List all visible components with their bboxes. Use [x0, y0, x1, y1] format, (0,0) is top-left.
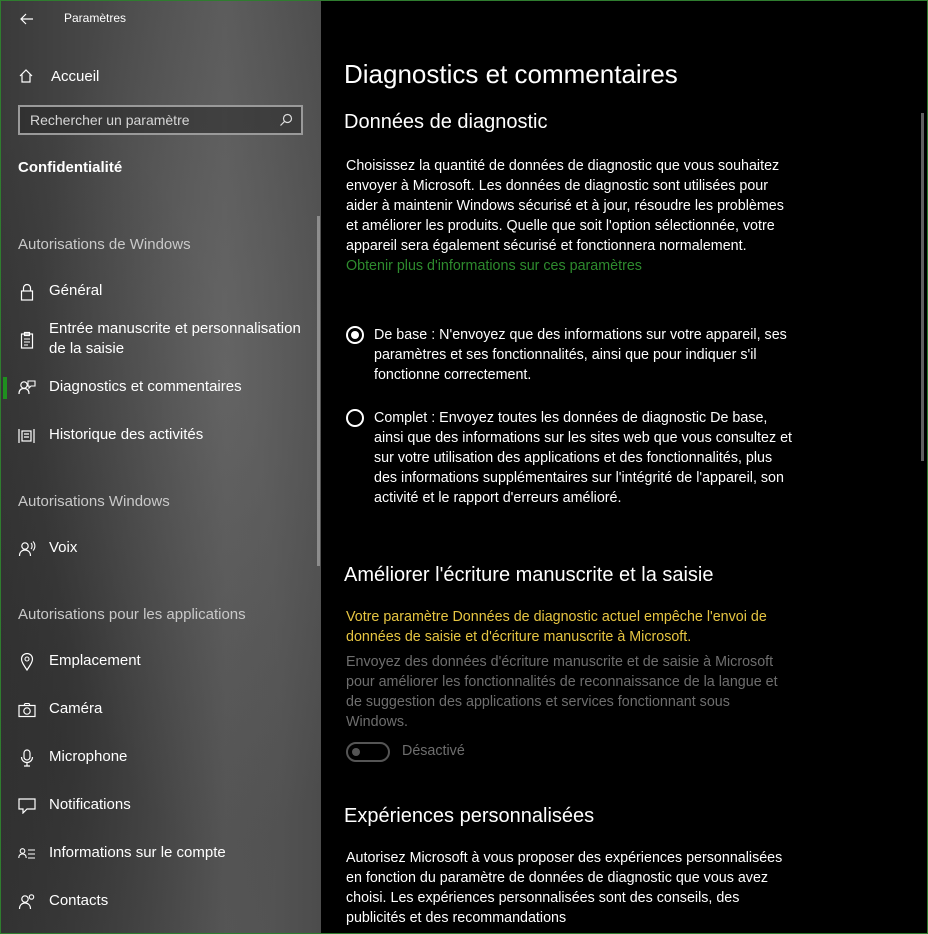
- sidebar-item-label: Contacts: [49, 892, 109, 909]
- sidebar-item-label: Entrée manuscrite et personnalisation de…: [49, 320, 301, 357]
- main-content: Diagnostics et commentaires Données de d…: [322, 1, 927, 933]
- settings-window: Paramètres Accueil Rechercher un paramèt…: [0, 0, 928, 934]
- sidebar-item-label: Historique des activités: [49, 426, 204, 443]
- lock-icon: [18, 283, 36, 301]
- radio-button-full[interactable]: [346, 409, 364, 427]
- diagnostic-data-description: Choisissez la quantité de données de dia…: [346, 156, 791, 276]
- sidebar-item-activity-history[interactable]: Historique des activités: [18, 425, 321, 445]
- timeline-icon: [18, 427, 36, 445]
- voice-icon: [18, 540, 36, 558]
- toggle-knob: [352, 748, 360, 756]
- inking-description: Envoyez des données d'écriture manuscrit…: [346, 654, 778, 730]
- sidebar-item-label: Microphone: [49, 748, 128, 765]
- notification-icon: [18, 797, 36, 815]
- sidebar-item-inking-typing[interactable]: Entrée manuscrite et personnalisation de…: [18, 319, 321, 359]
- sidebar-item-camera[interactable]: Caméra: [18, 699, 321, 719]
- radio-full-label: Complet : Envoyez toutes les données de …: [374, 410, 793, 506]
- back-button[interactable]: [15, 7, 39, 31]
- sidebar-item-microphone[interactable]: Microphone: [18, 747, 321, 767]
- sidebar-item-voice[interactable]: Voix: [18, 538, 321, 558]
- sidebar-item-general[interactable]: Général: [18, 281, 321, 301]
- inking-warning: Votre paramètre Données de diagnostic ac…: [346, 609, 767, 645]
- account-info-icon: [18, 845, 36, 863]
- clipboard-icon: [18, 331, 36, 349]
- tailored-description: Autorisez Microsoft à vous proposer des …: [346, 850, 783, 926]
- radio-option-basic[interactable]: De base : N'envoyez que des informations…: [346, 325, 796, 385]
- learn-more-link[interactable]: Obtenir plus d'informations sur ces para…: [346, 258, 642, 274]
- sidebar-item-label: Caméra: [49, 700, 103, 717]
- search-placeholder: Rechercher un paramètre: [30, 112, 190, 128]
- diagnostic-data-heading: Données de diagnostic: [344, 111, 548, 133]
- active-indicator: [3, 377, 7, 399]
- camera-icon: [18, 701, 36, 719]
- sidebar-item-notifications[interactable]: Notifications: [18, 795, 321, 815]
- location-icon: [18, 653, 36, 671]
- sidebar-item-contacts[interactable]: Contacts: [18, 891, 321, 911]
- search-icon: [280, 113, 293, 126]
- app-title: Paramètres: [64, 11, 127, 25]
- sidebar-item-location[interactable]: Emplacement: [18, 651, 321, 671]
- tailored-heading: Expériences personnalisées: [344, 805, 595, 827]
- sidebar-item-label: Diagnostics et commentaires: [49, 378, 242, 395]
- sidebar-scrollbar[interactable]: [317, 216, 320, 566]
- radio-basic-label: De base : N'envoyez que des informations…: [374, 327, 787, 383]
- contacts-icon: [18, 893, 36, 911]
- inking-toggle-label: Désactivé: [402, 743, 465, 759]
- sidebar-item-label: Voix: [49, 539, 78, 556]
- radio-button-basic[interactable]: [346, 326, 364, 344]
- search-input[interactable]: Rechercher un paramètre: [18, 105, 303, 135]
- sidebar: Paramètres Accueil Rechercher un paramèt…: [1, 1, 321, 933]
- section-title: Confidentialité: [18, 159, 123, 176]
- page-title: Diagnostics et commentaires: [344, 59, 678, 89]
- feedback-icon: [18, 379, 36, 397]
- sidebar-item-diagnostics[interactable]: Diagnostics et commentaires: [18, 377, 321, 397]
- radio-option-full[interactable]: Complet : Envoyez toutes les données de …: [346, 408, 796, 508]
- inking-toggle[interactable]: [346, 742, 390, 762]
- sidebar-item-label: Notifications: [49, 796, 131, 813]
- inking-heading: Améliorer l'écriture manuscrite et la sa…: [344, 564, 714, 586]
- group-title-windows-permissions: Autorisations de Windows: [18, 236, 191, 253]
- nav-home[interactable]: Accueil: [18, 64, 308, 88]
- main-scrollbar[interactable]: [921, 113, 924, 461]
- group-title-app-permissions: Autorisations pour les applications: [18, 606, 246, 623]
- nav-home-label: Accueil: [51, 67, 100, 85]
- group-title-windows-permissions-2: Autorisations Windows: [18, 493, 170, 510]
- sidebar-item-account-info[interactable]: Informations sur le compte: [18, 843, 321, 863]
- microphone-icon: [18, 749, 36, 767]
- diagnostic-description-text: Choisissez la quantité de données de dia…: [346, 158, 784, 254]
- sidebar-item-label: Général: [49, 282, 103, 299]
- sidebar-item-label: Informations sur le compte: [49, 844, 226, 861]
- home-icon: [19, 69, 33, 83]
- sidebar-item-label: Emplacement: [49, 652, 141, 669]
- back-arrow-icon: [20, 13, 33, 25]
